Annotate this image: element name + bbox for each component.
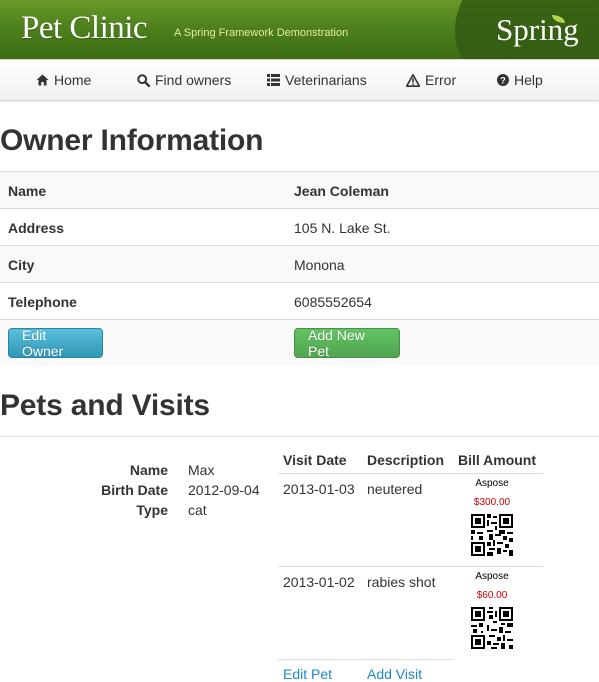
pet-name-value: Max xyxy=(188,462,215,478)
bill-vendor: Aspose xyxy=(475,478,509,489)
owner-row-name: Name Jean Coleman xyxy=(0,171,599,208)
nav-veterinarians-label: Veterinarians xyxy=(285,72,367,88)
nav-error-label: Error xyxy=(425,72,457,88)
nav-find-owners-label: Find owners xyxy=(155,72,232,88)
home-icon xyxy=(36,74,49,86)
owner-name-value: Jean Coleman xyxy=(294,183,389,199)
nav-find-owners[interactable]: Find owners xyxy=(137,60,231,100)
owner-name-label: Name xyxy=(8,183,47,199)
navbar: Home Find owners Veterinarians Error ? H… xyxy=(0,59,599,101)
owner-actions-row: Edit Owner Add New Pet xyxy=(0,319,599,366)
visit-description-header: Description xyxy=(367,452,445,468)
nav-help-label: Help xyxy=(514,72,543,88)
owner-table: Name Jean Coleman Address 105 N. Lake St… xyxy=(0,171,599,366)
visit-description-cell: rabies shot xyxy=(367,574,436,590)
edit-owner-button[interactable]: Edit Owner xyxy=(8,327,103,359)
owner-row-telephone: Telephone 6085552654 xyxy=(0,282,599,319)
visits-header-line xyxy=(278,473,543,474)
bill-cell: Aspose $300.00 xyxy=(462,478,522,556)
owner-address-value: 105 N. Lake St. xyxy=(294,220,391,236)
nav-error[interactable]: Error xyxy=(406,60,456,100)
owner-telephone-value: 6085552654 xyxy=(294,294,372,310)
list-icon xyxy=(267,74,280,86)
pet-birth-date-label: Birth Date xyxy=(101,482,168,498)
owner-row-address: Address 105 N. Lake St. xyxy=(0,208,599,245)
app-title[interactable]: Pet Clinic xyxy=(21,10,148,47)
qr-code-icon[interactable] xyxy=(471,607,513,649)
warning-icon xyxy=(406,73,420,87)
pet-birth-date-value: 2012-09-04 xyxy=(188,482,260,498)
visit-row-line xyxy=(278,566,543,567)
owner-heading: Owner Information xyxy=(0,124,264,157)
bill-vendor: Aspose xyxy=(475,571,509,582)
pets-heading: Pets and Visits xyxy=(0,389,210,422)
visit-date-cell: 2013-01-02 xyxy=(283,574,355,590)
qr-code-icon[interactable] xyxy=(471,514,513,556)
owner-row-city: City Monona xyxy=(0,245,599,282)
nav-home[interactable]: Home xyxy=(36,60,91,100)
pets-divider xyxy=(0,436,599,437)
add-visit-link[interactable]: Add Visit xyxy=(367,666,422,682)
pet-type-label: Type xyxy=(136,502,168,518)
app-tagline: A Spring Framework Demonstration xyxy=(174,27,349,39)
owner-address-label: Address xyxy=(8,220,65,236)
nav-home-label: Home xyxy=(54,72,92,88)
header-banner: Pet Clinic A Spring Framework Demonstrat… xyxy=(0,0,599,59)
bill-amount: $60.00 xyxy=(476,590,508,601)
search-icon xyxy=(137,73,150,87)
bill-amount: $300.00 xyxy=(473,497,511,508)
visit-bill-header: Bill Amount xyxy=(458,452,537,468)
pet-type-value: cat xyxy=(188,502,207,518)
visit-date-header: Visit Date xyxy=(283,452,347,468)
spring-logo: Spring xyxy=(496,12,579,48)
visit-date-cell: 2013-01-03 xyxy=(283,481,355,497)
bill-cell: Aspose $60.00 xyxy=(462,571,522,649)
pet-name-label: Name xyxy=(129,462,168,478)
visit-row-line xyxy=(278,659,454,660)
nav-help[interactable]: ? Help xyxy=(497,60,543,100)
owner-city-value: Monona xyxy=(294,257,345,273)
svg-text:?: ? xyxy=(500,75,506,85)
add-new-pet-button[interactable]: Add New Pet xyxy=(294,327,400,359)
owner-telephone-label: Telephone xyxy=(8,294,77,310)
owner-city-label: City xyxy=(8,257,35,273)
spring-logo-text: Spring xyxy=(496,12,579,47)
edit-pet-link[interactable]: Edit Pet xyxy=(283,666,332,682)
nav-veterinarians[interactable]: Veterinarians xyxy=(267,60,367,100)
visit-description-cell: neutered xyxy=(367,481,423,497)
help-icon: ? xyxy=(497,74,509,86)
